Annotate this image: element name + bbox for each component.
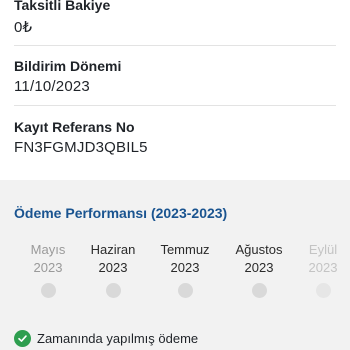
- legend-label: Zamanında yapılmış ödeme: [37, 330, 199, 346]
- reference-value: FN3FGMJD3QBIL5: [14, 139, 148, 156]
- months-scroller[interactable]: Mayıs 2023 Haziran 2023 Temmuz 2023 Ağus…: [0, 242, 350, 302]
- month-item[interactable]: Eylül 2023: [283, 242, 350, 298]
- month-year: 2023: [308, 260, 338, 275]
- month-name: Eylül: [308, 242, 338, 257]
- month-year: 2023: [98, 260, 128, 275]
- payment-performance-section: Ödeme Performansı (2023-2023) Mayıs 2023…: [0, 180, 350, 350]
- reference-label: Kayıt Referans No: [14, 119, 135, 135]
- divider: [14, 105, 336, 106]
- check-circle-icon: [14, 329, 31, 347]
- month-name: Temmuz: [160, 242, 210, 257]
- month-item[interactable]: Temmuz 2023: [145, 242, 225, 298]
- account-details: Taksitli Bakiye 0₺ Bildirim Dönemi 11/10…: [0, 0, 350, 180]
- month-year: 2023: [170, 260, 200, 275]
- performance-title: Ödeme Performansı (2023-2023): [14, 205, 228, 221]
- status-dot: [251, 283, 267, 298]
- divider: [14, 45, 336, 46]
- status-dot: [177, 283, 193, 298]
- statement-value: 11/10/2023: [14, 78, 90, 95]
- balance-value: 0₺: [14, 19, 33, 36]
- month-name: Haziran: [90, 242, 136, 257]
- balance-label: Taksitli Bakiye: [14, 0, 111, 13]
- month-item[interactable]: Haziran 2023: [73, 242, 153, 298]
- status-dot: [40, 283, 56, 298]
- statement-label: Bildirim Dönemi: [14, 58, 122, 74]
- status-dot: [315, 283, 331, 298]
- status-dot: [105, 283, 121, 298]
- legend: Zamanında yapılmış ödeme: [14, 328, 198, 348]
